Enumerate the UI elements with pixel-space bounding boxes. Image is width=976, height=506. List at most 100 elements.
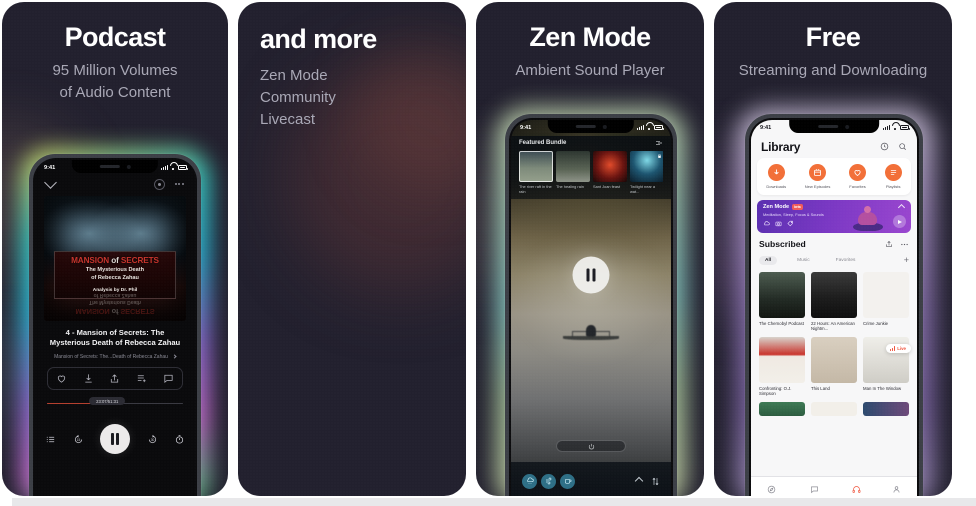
quick-action-playlists[interactable]: Playlists (884, 164, 902, 189)
panel-zen-mode[interactable]: Zen Mode Ambient Sound Player 9:41 Featu… (476, 2, 704, 496)
feature-item: Community (260, 88, 336, 106)
podcast-card[interactable]: Confronting: O.J. Simpson (759, 337, 805, 397)
sound-chip-cafe[interactable] (560, 473, 575, 489)
tag-icon (787, 220, 793, 227)
horizontal-scrollbar[interactable] (12, 498, 976, 506)
rewind-15-icon[interactable]: 15 (73, 434, 84, 445)
quick-action-label: New Episodes (804, 183, 831, 189)
podcast-card[interactable]: 22 Hours: An American Nightm... (811, 272, 857, 332)
panel-3-heading: Zen Mode Ambient Sound Player (476, 2, 704, 82)
comment-icon[interactable] (163, 373, 174, 384)
podcast-name: This Land (811, 385, 830, 391)
podcast-card[interactable] (759, 402, 805, 417)
share-icon[interactable] (885, 240, 893, 248)
more-options-icon[interactable] (174, 183, 184, 185)
search-icon[interactable] (898, 142, 907, 151)
panel-podcast[interactable]: Podcast 95 Million Volumes of Audio Cont… (2, 2, 228, 496)
calendar-icon (814, 169, 821, 177)
artwork-line-3: of Rebecca Zahau (91, 275, 139, 282)
cafe-icon (564, 479, 571, 484)
list-item[interactable]: The river raft in the rain (519, 151, 553, 194)
list-item[interactable]: The healing rain (556, 151, 590, 194)
history-icon[interactable] (880, 142, 889, 151)
cellular-signal-icon (883, 125, 890, 130)
download-arrow-icon (774, 169, 779, 175)
heart-icon[interactable] (56, 373, 67, 384)
live-bars-icon (889, 346, 895, 351)
battery-icon (178, 165, 188, 170)
quick-action-new-episodes[interactable]: New Episodes (804, 164, 831, 189)
forward-30-icon[interactable]: 30 (147, 434, 158, 445)
podcast-name: Confronting: O.J. Simpson (759, 385, 792, 397)
pause-button[interactable] (572, 256, 610, 294)
more-icon[interactable] (900, 240, 909, 249)
airplay-icon[interactable] (153, 178, 165, 190)
featured-bundle-section: Featured Bundle The river raft in the ra… (511, 136, 671, 200)
list-item[interactable]: Sant Joan feast (593, 151, 627, 194)
podcast-card[interactable]: The Chernobyl Podcast (759, 272, 805, 332)
podcast-card[interactable]: Crime Junkie (863, 272, 909, 332)
playlist-icon[interactable] (45, 434, 56, 445)
quick-action-label: Downloads (766, 183, 787, 189)
episode-meta: 4 - Mansion of Secrets: The Mysterious D… (45, 328, 185, 360)
quick-actions-row: Downloads New Episodes Favorites Playlis… (757, 158, 911, 195)
playlist-icon (890, 170, 896, 176)
podcast-card[interactable] (811, 402, 857, 417)
panel-2-heading: and more Zen Mode Community Livecast (238, 2, 466, 131)
tab-library[interactable]: Library (851, 481, 863, 496)
sliders-icon[interactable] (651, 477, 660, 486)
sound-chip-wind[interactable] (541, 473, 556, 489)
svg-text:15: 15 (76, 437, 80, 441)
heart-icon (854, 170, 861, 177)
quick-action-downloads[interactable]: Downloads (766, 164, 786, 189)
panel-free[interactable]: Free Streaming and Downloading 9:41 Libr… (714, 2, 952, 496)
playback-progress[interactable]: 23:07/51:31 (47, 397, 183, 405)
scrollbar-thumb[interactable] (12, 498, 976, 506)
list-item[interactable]: Twilight near a wat... (630, 151, 663, 194)
quick-action-label: Favorites (849, 183, 866, 189)
pause-button[interactable] (100, 424, 130, 454)
podcast-card[interactable] (863, 402, 909, 417)
compass-icon (767, 485, 776, 494)
power-pill-button[interactable] (556, 440, 626, 452)
status-time: 9:41 (44, 164, 56, 171)
add-to-queue-icon[interactable] (136, 373, 147, 384)
podcast-card[interactable]: This Land (811, 337, 857, 397)
quick-action-favorites[interactable]: Favorites (849, 164, 867, 189)
episode-title: 4 - Mansion of Secrets: The Mysterious D… (49, 328, 181, 348)
page-title: Free (805, 22, 861, 52)
subscribed-header: Subscribed (759, 239, 909, 249)
share-icon[interactable] (109, 373, 120, 384)
wifi-icon (646, 125, 652, 130)
banner-title: Zen Mode (763, 204, 790, 210)
tab-discover[interactable]: Discover (764, 481, 779, 496)
tab-personal[interactable]: Personal (889, 481, 904, 496)
phone-notch (789, 120, 879, 133)
sound-chip-rain[interactable] (522, 473, 537, 489)
download-icon[interactable] (83, 373, 94, 384)
cellular-signal-icon (161, 165, 168, 170)
podcast-name: Man In The Window (863, 385, 902, 391)
add-button[interactable]: + (904, 256, 909, 265)
mixer-icon[interactable] (655, 139, 663, 147)
show-link[interactable]: Mansion of Secrets: The...Death of Rebec… (45, 354, 185, 360)
zen-mode-banner[interactable]: Zen Mode beta Meditation, Sleep, Focus &… (757, 200, 911, 233)
expand-chevron-up-icon[interactable] (634, 476, 644, 486)
featured-bundle-list[interactable]: The river raft in the rain The healing r… (519, 151, 663, 194)
artwork-reflection: MANSION of SECRETS The Mysterious Death … (75, 291, 155, 316)
panel-and-more[interactable]: and more Zen Mode Community Livecast (238, 2, 466, 496)
lock-icon (658, 154, 661, 158)
playback-time-label: 23:07/51:31 (89, 397, 126, 405)
live-badge[interactable]: Live (885, 344, 911, 353)
tab-community[interactable]: Community (805, 481, 825, 496)
collapse-chevron-down-icon[interactable] (44, 176, 57, 189)
filter-chip-favorites[interactable]: Favorites (830, 256, 862, 265)
sleep-timer-icon[interactable] (174, 434, 185, 445)
page-subtitle: Ambient Sound Player (515, 62, 665, 80)
play-button[interactable] (893, 215, 906, 228)
meditation-figure-illustration (851, 205, 885, 233)
library-header: Library (751, 136, 917, 157)
filter-chip-music[interactable]: Music (791, 256, 816, 265)
player-top-bar (35, 175, 195, 193)
filter-chip-all[interactable]: All (759, 256, 778, 265)
